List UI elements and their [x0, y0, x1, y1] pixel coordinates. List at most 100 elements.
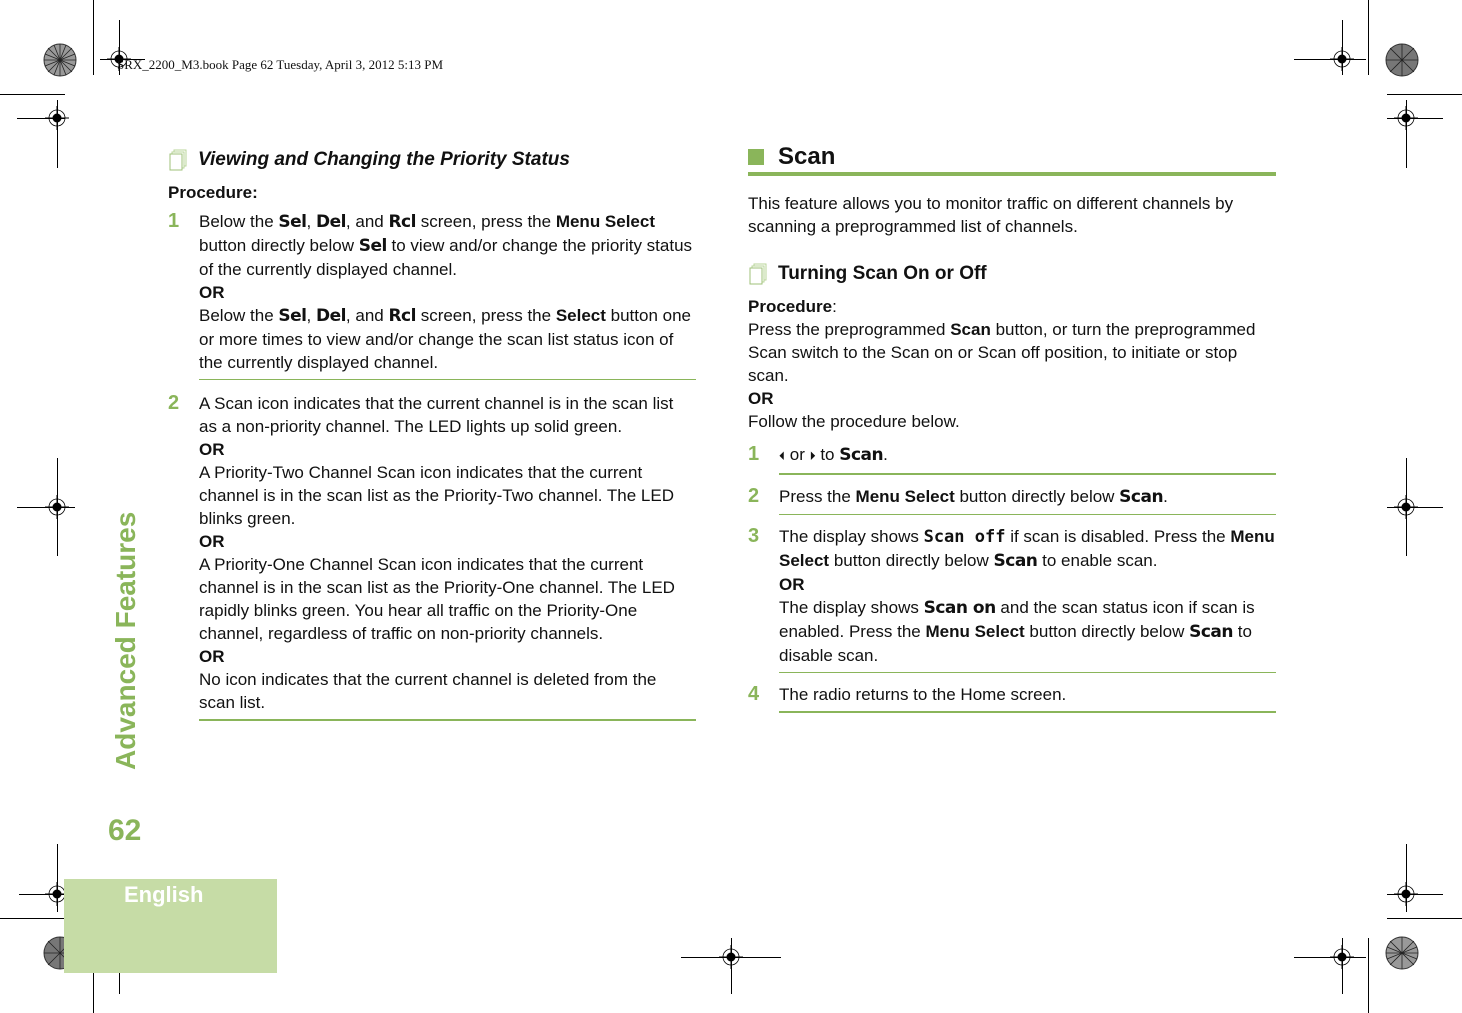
language-label: English: [124, 882, 204, 907]
step-text: ⏴ or ⏵ to Scan.: [779, 443, 1276, 475]
crop-line: [1368, 938, 1369, 1013]
display-key: Scan off: [923, 527, 1006, 547]
text: , and: [345, 212, 389, 231]
text: Below the: [199, 212, 279, 231]
text: screen, press the: [415, 212, 556, 231]
or-separator: OR: [199, 647, 225, 666]
display-key: Scan: [839, 445, 884, 465]
text: ,: [306, 212, 316, 231]
step-number: 4: [748, 683, 760, 705]
display-key: Scan: [1189, 622, 1234, 642]
text: A Priority-Two Channel Scan icon indicat…: [199, 463, 674, 528]
text: if scan is disabled. Press the: [1005, 527, 1231, 546]
display-key: Sel: [358, 236, 388, 256]
crop-line: [1387, 507, 1443, 508]
crop-line: [1294, 957, 1366, 958]
crop-line: [0, 94, 65, 95]
text: Press the: [779, 487, 856, 506]
step-text: Below the Sel, Del, and Rcl screen, pres…: [199, 210, 696, 380]
button-name: Select: [555, 306, 606, 325]
text: The display shows: [779, 598, 924, 617]
text: button directly below: [1024, 622, 1190, 641]
procedure-intro: Procedure: Press the preprogrammed Scan b…: [748, 295, 1276, 433]
step-item: 1 ⏴ or ⏵ to Scan.: [748, 443, 1276, 479]
display-key: Del: [315, 306, 346, 326]
section-intro: This feature allows you to monitor traff…: [748, 194, 1234, 236]
step-number: 3: [748, 525, 760, 547]
crop-line: [1387, 94, 1462, 95]
step-item: 2 Press the Menu Select button directly …: [748, 485, 1276, 519]
or-separator: OR: [779, 575, 805, 594]
step-number: 2: [168, 392, 180, 414]
text: button directly below: [954, 487, 1120, 506]
button-name: Menu Select: [855, 487, 955, 506]
registration-star-icon: [1385, 936, 1419, 970]
text: or: [785, 445, 810, 464]
display-key: Sel: [278, 212, 307, 232]
or-separator: OR: [199, 283, 225, 302]
section-bullet-icon: [748, 148, 764, 165]
step-text: The display shows Scan off if scan is di…: [779, 525, 1276, 673]
button-name: Scan: [950, 320, 991, 339]
step-item: 3 The display shows Scan off if scan is …: [748, 525, 1276, 677]
crop-line: [57, 100, 58, 168]
or-separator: OR: [199, 440, 225, 459]
chapter-side-title: Advanced Features: [110, 511, 141, 770]
procedure-label: Procedure:: [168, 183, 258, 202]
display-key: Scan on: [923, 598, 997, 618]
step-text: Press the Menu Select button directly be…: [779, 485, 1276, 515]
crop-line: [1342, 20, 1343, 75]
text: Follow the procedure below.: [748, 412, 960, 431]
crop-line: [17, 507, 75, 508]
text: The display shows: [779, 527, 924, 546]
display-key: Del: [315, 212, 346, 232]
document-pages-icon: [168, 149, 190, 171]
crop-line: [1406, 844, 1407, 912]
display-key: Rcl: [388, 306, 416, 326]
crop-line: [1387, 918, 1462, 919]
crop-line: [93, 0, 94, 75]
text: No icon indicates that the current chann…: [199, 670, 657, 712]
text: ,: [306, 306, 316, 325]
step-item: 4 The radio returns to the Home screen.: [748, 683, 1276, 717]
crop-line: [1387, 118, 1443, 119]
step-item: 1 Below the Sel, Del, and Rcl screen, pr…: [168, 210, 696, 384]
display-key: Scan: [993, 551, 1038, 571]
text: :: [832, 297, 837, 316]
page-number: 62: [108, 814, 142, 847]
text: button directly below: [829, 551, 994, 570]
step-text: A Scan icon indicates that the current c…: [199, 392, 696, 721]
procedure-heading: Viewing and Changing the Priority Status: [168, 148, 696, 171]
left-column: Viewing and Changing the Priority Status…: [168, 148, 696, 733]
section-heading: Scan: [748, 145, 1276, 176]
registration-star-icon: [43, 43, 77, 77]
procedure-label: Procedure: [748, 297, 833, 316]
right-column: Scan This feature allows you to monitor …: [748, 145, 1276, 725]
button-name: Menu Select: [925, 622, 1025, 641]
print-slug: SRX_2200_M3.book Page 62 Tuesday, April …: [117, 57, 443, 72]
display-key: Sel: [278, 306, 307, 326]
crop-line: [1387, 894, 1443, 895]
display-key: Scan: [1119, 487, 1164, 507]
document-pages-icon: [748, 263, 770, 285]
text: button directly below: [199, 236, 359, 255]
step-number: 1: [748, 443, 760, 465]
procedure-heading: Turning Scan On or Off: [748, 262, 1276, 285]
text: .: [1163, 487, 1168, 506]
text: to enable scan.: [1037, 551, 1158, 570]
crop-line: [731, 938, 732, 994]
step-item: 2 A Scan icon indicates that the current…: [168, 392, 696, 725]
text: , and: [345, 306, 389, 325]
text: A Priority-One Channel Scan icon indicat…: [199, 555, 675, 643]
heading-text: Turning Scan On or Off: [778, 263, 987, 284]
heading-text: Viewing and Changing the Priority Status: [198, 149, 570, 170]
step-text: The radio returns to the Home screen.: [779, 683, 1276, 713]
or-separator: OR: [748, 389, 774, 408]
registration-star-icon: [1385, 43, 1419, 77]
crop-line: [1406, 458, 1407, 556]
or-separator: OR: [199, 532, 225, 551]
section-title: Scan: [778, 143, 836, 170]
text: Press the preprogrammed: [748, 320, 951, 339]
text: Below the: [199, 306, 279, 325]
text: A Scan icon indicates that the current c…: [199, 394, 674, 436]
